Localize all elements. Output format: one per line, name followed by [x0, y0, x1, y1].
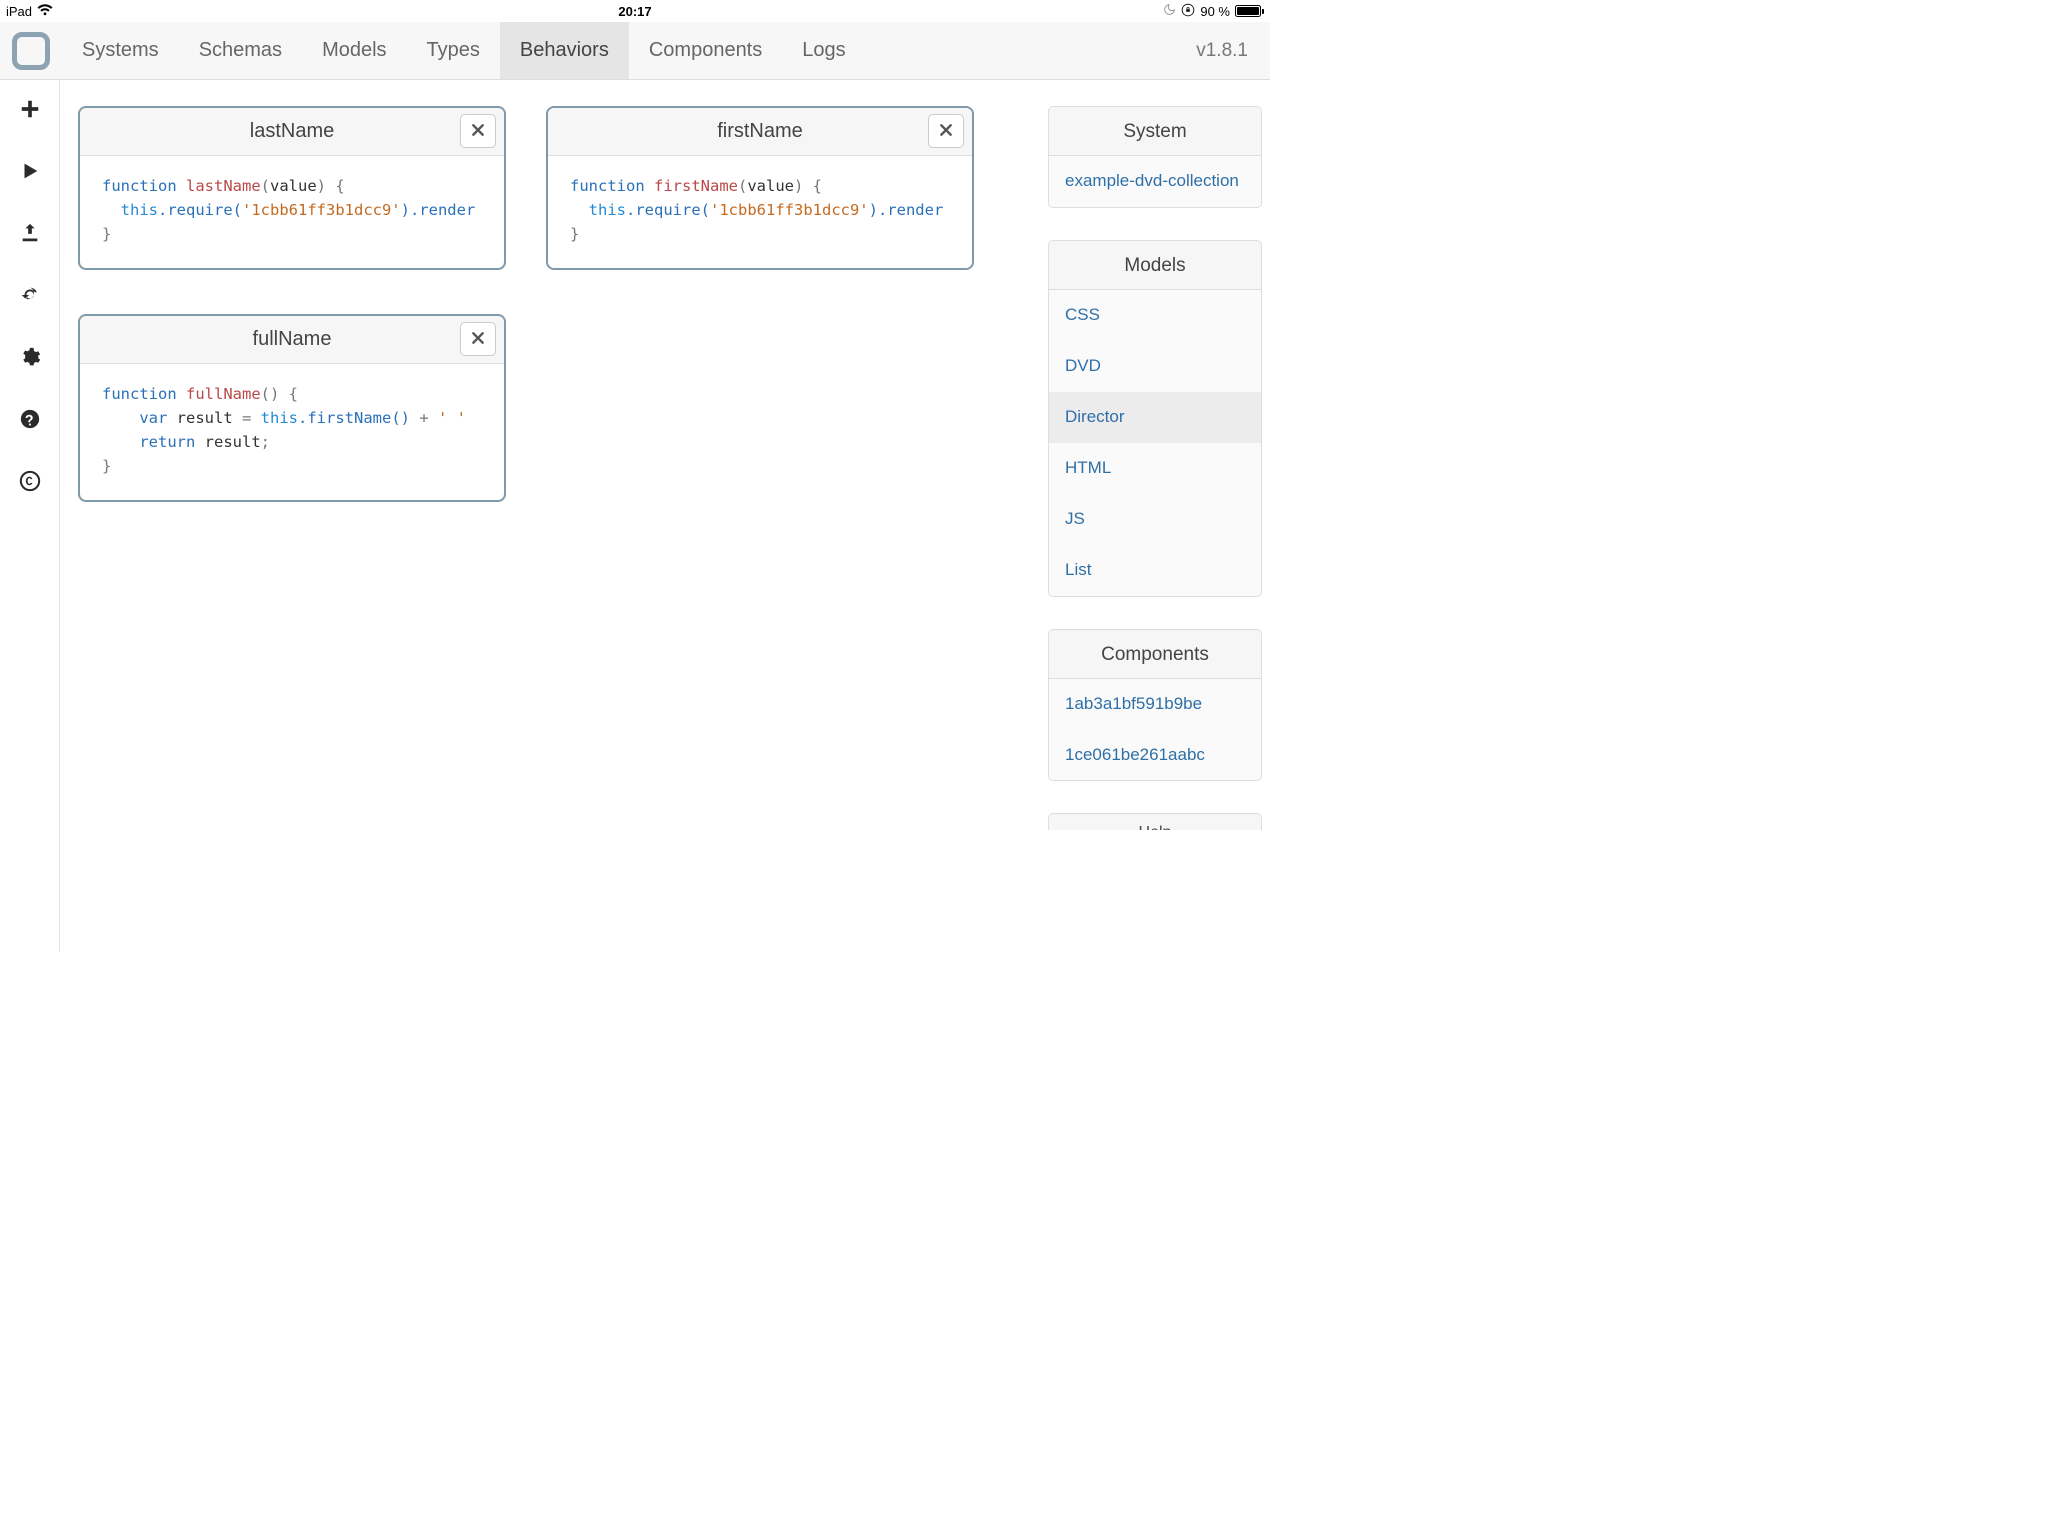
card-title: fullName: [253, 328, 332, 351]
gear-icon: [19, 346, 41, 371]
card-header: fullName: [80, 316, 504, 364]
card-title: lastName: [250, 120, 334, 143]
card-code: function fullName() { var result = this.…: [80, 364, 504, 500]
main-tabs: Systems Schemas Models Types Behaviors C…: [62, 22, 866, 79]
tab-logs[interactable]: Logs: [782, 22, 865, 79]
model-link-director[interactable]: Director: [1049, 392, 1261, 443]
tab-types[interactable]: Types: [407, 22, 500, 79]
play-icon: [19, 160, 41, 185]
copyright-button[interactable]: [14, 466, 46, 498]
help-button[interactable]: [14, 404, 46, 436]
close-icon: [470, 330, 486, 349]
panel-title-cut: Help: [1049, 814, 1261, 830]
left-toolbar: [0, 80, 60, 952]
app-logo[interactable]: [0, 22, 62, 79]
app-logo-icon: [12, 32, 50, 70]
model-link-dvd[interactable]: DVD: [1049, 341, 1261, 392]
copyright-icon: [19, 470, 41, 495]
panel-models: Models CSS DVD Director HTML JS List: [1048, 240, 1262, 597]
clock: 20:17: [618, 4, 651, 19]
panel-title: System: [1049, 107, 1261, 156]
card-close-button[interactable]: [460, 322, 496, 356]
close-icon: [470, 122, 486, 141]
system-link[interactable]: example-dvd-collection: [1049, 156, 1261, 207]
panel-title: Models: [1049, 241, 1261, 290]
panel-title: Components: [1049, 630, 1261, 679]
wifi-icon: [37, 4, 53, 19]
panel-help-cut: Help: [1048, 813, 1262, 830]
card-code: function lastName(value) { this.require(…: [80, 156, 504, 268]
moon-icon: [1163, 3, 1176, 19]
card-code: function firstName(value) { this.require…: [548, 156, 972, 268]
behavior-card-lastname[interactable]: lastName function lastName(value) { this…: [78, 106, 506, 270]
card-close-button[interactable]: [460, 114, 496, 148]
context-panels: System example-dvd-collection Models CSS…: [1048, 80, 1262, 952]
help-icon: [19, 408, 41, 433]
card-title: firstName: [717, 120, 803, 143]
add-button[interactable]: [14, 94, 46, 126]
export-icon: [19, 222, 41, 247]
card-header: firstName: [548, 108, 972, 156]
battery-icon: [1235, 5, 1264, 17]
orientation-lock-icon: [1181, 3, 1195, 20]
model-link-list[interactable]: List: [1049, 545, 1261, 596]
panel-system: System example-dvd-collection: [1048, 106, 1262, 208]
tab-models[interactable]: Models: [302, 22, 406, 79]
refresh-button[interactable]: [14, 280, 46, 312]
card-header: lastName: [80, 108, 504, 156]
behavior-card-firstname[interactable]: firstName function firstName(value) { th…: [546, 106, 974, 270]
tab-systems[interactable]: Systems: [62, 22, 179, 79]
export-button[interactable]: [14, 218, 46, 250]
plus-icon: [19, 98, 41, 123]
card-close-button[interactable]: [928, 114, 964, 148]
tab-components[interactable]: Components: [629, 22, 782, 79]
refresh-icon: [19, 284, 41, 309]
settings-button[interactable]: [14, 342, 46, 374]
model-link-js[interactable]: JS: [1049, 494, 1261, 545]
model-link-html[interactable]: HTML: [1049, 443, 1261, 494]
component-link[interactable]: 1ce061be261aabc: [1049, 730, 1261, 781]
model-link-css[interactable]: CSS: [1049, 290, 1261, 341]
version-label: v1.8.1: [1196, 22, 1270, 79]
device-label: iPad: [6, 4, 32, 19]
behaviors-canvas: lastName function lastName(value) { this…: [60, 80, 1048, 952]
ipad-status-bar: iPad 20:17 90 %: [0, 0, 1270, 22]
panel-components: Components 1ab3a1bf591b9be 1ce061be261aa…: [1048, 629, 1262, 782]
topbar: Systems Schemas Models Types Behaviors C…: [0, 22, 1270, 80]
battery-percent: 90 %: [1200, 4, 1230, 19]
tab-behaviors[interactable]: Behaviors: [500, 22, 629, 79]
run-button[interactable]: [14, 156, 46, 188]
tab-schemas[interactable]: Schemas: [179, 22, 302, 79]
close-icon: [938, 122, 954, 141]
behavior-card-fullname[interactable]: fullName function fullName() { var resul…: [78, 314, 506, 502]
component-link[interactable]: 1ab3a1bf591b9be: [1049, 679, 1261, 730]
